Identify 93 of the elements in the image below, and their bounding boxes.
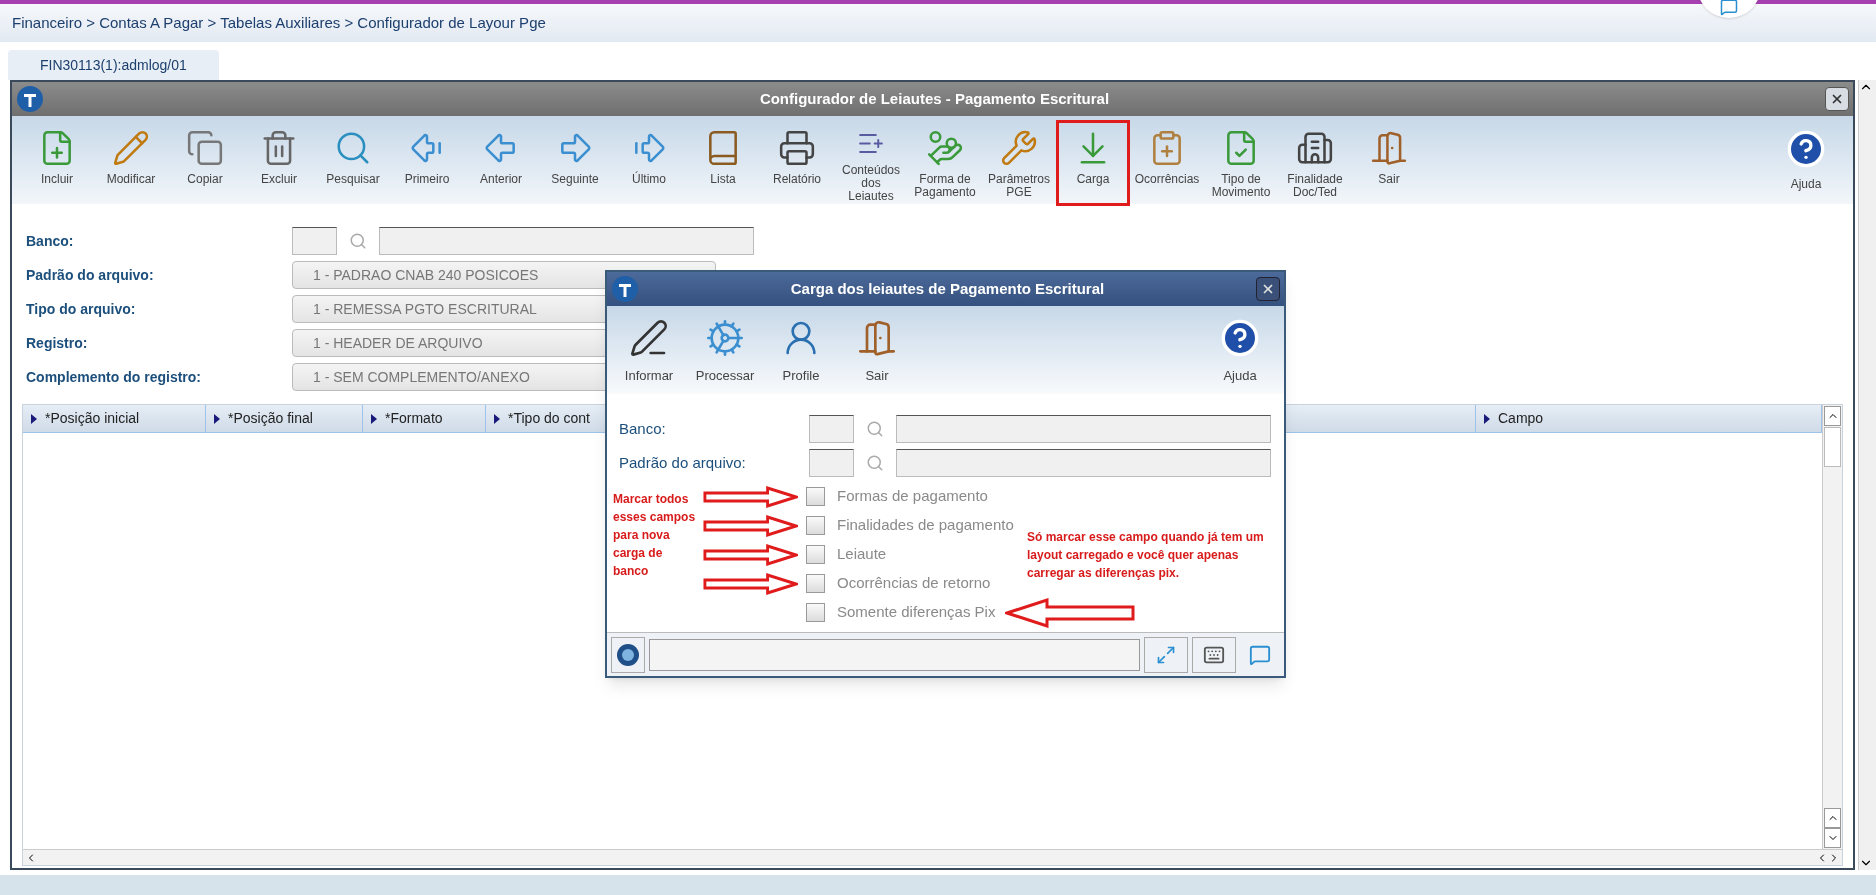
toolbar-button[interactable]: Lista — [686, 120, 760, 206]
toolbar-button[interactable]: Finalidade Doc/Ted — [1278, 120, 1352, 206]
sort-caret-icon — [31, 413, 37, 424]
breadcrumb: Financeiro > Contas A Pagar > Tabelas Auxiliares > Configurador de Layour Pge — [12, 12, 546, 33]
checkbox[interactable] — [806, 516, 825, 535]
diagonal-arrow-icon — [1156, 644, 1176, 665]
trash-icon — [260, 129, 298, 167]
chat-icon — [1249, 643, 1271, 666]
close-button[interactable] — [1825, 87, 1849, 111]
building-icon — [1296, 129, 1334, 167]
search-icon[interactable] — [866, 420, 884, 438]
code-field[interactable] — [292, 227, 337, 255]
globe-icon — [616, 642, 640, 667]
close-icon — [1830, 92, 1844, 106]
code-field[interactable] — [809, 415, 854, 443]
checkbox[interactable] — [806, 487, 825, 506]
annotation-note: Só marcar esse campo quando já tem um layout carregado e você quer apenas carregar as diferenças pix. — [1027, 529, 1265, 582]
checkbox-label: Leiaute — [837, 544, 887, 565]
toolbar-button[interactable]: Carga — [1056, 120, 1130, 206]
column-header[interactable]: *Formato — [363, 405, 486, 432]
field-label: Padrão do arquivo: — [26, 265, 155, 285]
printer-icon — [778, 129, 816, 167]
checkbox-label: Somente diferenças Pix — [837, 602, 996, 623]
toolbar-button[interactable]: Copiar — [168, 120, 242, 206]
sort-caret-icon — [371, 413, 377, 424]
help-icon — [1220, 318, 1260, 358]
sort-caret-icon — [1484, 413, 1490, 424]
toolbar-button[interactable]: Ocorrências — [1130, 120, 1204, 206]
gears-icon — [705, 318, 745, 358]
help-button[interactable]: Ajuda — [1771, 120, 1841, 193]
keyboard-button[interactable] — [1192, 636, 1236, 673]
toolbar-button[interactable]: Conteúdos dos Leiautes — [834, 120, 908, 206]
pages-icon — [186, 129, 224, 167]
close-icon — [1261, 282, 1275, 296]
field-label: Tipo do arquivo: — [26, 299, 137, 319]
checkbox[interactable] — [806, 574, 825, 593]
search-icon[interactable] — [349, 232, 367, 250]
toolbar-button[interactable]: Pesquisar — [316, 120, 390, 206]
dialog-title: Carga dos leiautes de Pagamento Escritural — [789, 278, 1106, 299]
field-label: Banco: — [619, 418, 667, 439]
field-label: Banco: — [26, 231, 75, 251]
checkbox-label: Ocorrências de retorno — [837, 573, 991, 594]
toolbar-button[interactable]: Anterior — [464, 120, 538, 206]
help-button[interactable]: Ajuda — [1210, 312, 1270, 386]
sort-caret-icon — [214, 413, 220, 424]
code-field[interactable] — [809, 449, 854, 477]
description-field[interactable] — [896, 449, 1271, 477]
hand-money-icon — [926, 129, 964, 167]
help-icon — [1786, 129, 1826, 169]
horizontal-scrollbar[interactable] — [23, 849, 1842, 865]
description-field[interactable] — [379, 227, 754, 255]
toolbar-button[interactable]: Seguinte — [538, 120, 612, 206]
scrollbar-thumb[interactable] — [1824, 427, 1841, 467]
logo-icon — [16, 85, 44, 113]
pencil-icon — [112, 129, 150, 167]
toolbar-button[interactable]: Incluir — [20, 120, 94, 206]
toolbar-button[interactable]: Parâmetros PGE — [982, 120, 1056, 206]
pen-icon — [629, 318, 669, 358]
search-icon[interactable] — [866, 454, 884, 472]
toolbar-button[interactable]: Primeiro — [390, 120, 464, 206]
column-header[interactable]: *Posição inicial — [23, 405, 206, 432]
door-icon — [857, 318, 897, 358]
logo-icon — [611, 275, 639, 303]
toolbar-button[interactable]: Relatório — [760, 120, 834, 206]
checkbox[interactable] — [806, 545, 825, 564]
wrench-icon — [1000, 129, 1038, 167]
field-label: Complemento do registro: — [26, 367, 202, 387]
toolbar-button[interactable]: Sair — [1352, 120, 1426, 206]
toolbar-button[interactable]: Profile — [763, 312, 839, 386]
checkbox[interactable] — [806, 603, 825, 622]
tab[interactable]: FIN30113(1):admlog/01 — [8, 50, 219, 80]
status-logo-button[interactable] — [611, 636, 645, 673]
page-scrollbar[interactable] — [1858, 80, 1876, 870]
description-field[interactable] — [896, 415, 1271, 443]
toolbar-button[interactable]: Excluir — [242, 120, 316, 206]
toolbar-button[interactable]: Modificar — [94, 120, 168, 206]
field-label: Padrão do arquivo: — [619, 452, 747, 473]
annotation-note: Marcar todos esses campos para nova carga de banco — [613, 491, 697, 580]
field-label: Registro: — [26, 333, 89, 353]
toolbar-button[interactable]: Tipo de Movimento — [1204, 120, 1278, 206]
sort-caret-icon — [494, 413, 500, 424]
toolbar-button[interactable]: Sair — [839, 312, 915, 386]
toolbar-button[interactable]: Forma de Pagamento — [908, 120, 982, 206]
toolbar-button[interactable]: Último — [612, 120, 686, 206]
checkbox-label: Formas de pagamento — [837, 486, 988, 507]
window-title: Configurador de Leiautes - Pagamento Escritural — [758, 88, 1111, 109]
resize-button[interactable] — [1144, 636, 1188, 673]
checkbox-label: Finalidades de pagamento — [837, 515, 1014, 536]
close-button[interactable] — [1256, 277, 1280, 301]
chat-icon — [1720, 0, 1738, 16]
door-icon — [1370, 129, 1408, 167]
column-header[interactable]: *Posição final — [206, 405, 363, 432]
vertical-scrollbar[interactable] — [1822, 405, 1842, 849]
